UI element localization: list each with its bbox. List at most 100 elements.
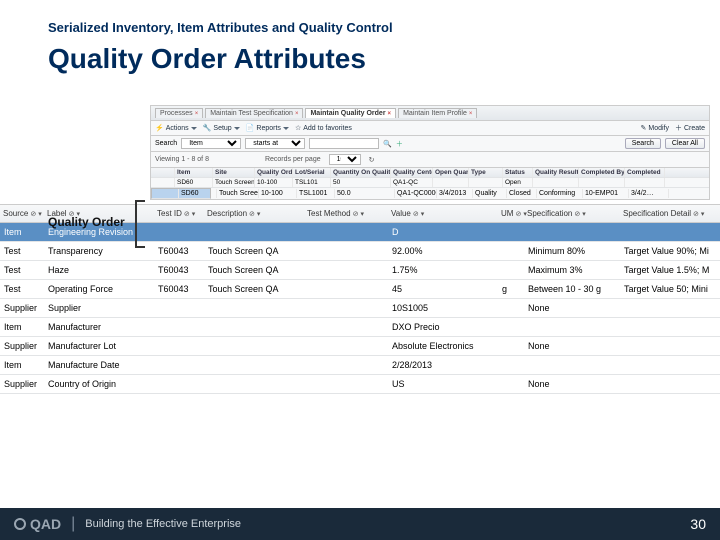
add-criteria-icon[interactable]: ＋ — [396, 139, 403, 149]
page-number: 30 — [690, 516, 706, 532]
add-favorites-button[interactable]: ☆Add to favorites — [295, 124, 352, 132]
tab-item-profile[interactable]: Maintain Item Profile× — [398, 108, 477, 118]
setup-menu[interactable]: 🔧Setup — [203, 124, 240, 132]
filter-icon[interactable]: ▾ — [582, 210, 586, 218]
grid-header-cell[interactable] — [151, 168, 175, 177]
attr-row[interactable]: TestTransparencyT60043Touch Screen QA92.… — [0, 242, 720, 261]
grid-header-cell[interactable]: Quality Center — [391, 168, 433, 177]
create-button[interactable]: ＋Create — [675, 123, 705, 133]
attr-cell: Item — [0, 223, 44, 241]
sort-icon[interactable]: ⊘ — [249, 210, 255, 218]
attr-cell — [498, 318, 524, 336]
grid-row[interactable]: SD60Touch Screen10-100TSL10150QA1-QCOpen — [151, 178, 709, 188]
sort-icon[interactable]: ⊘ — [515, 210, 521, 218]
tab-test-spec[interactable]: Maintain Test Specification× — [205, 108, 303, 118]
filter-icon[interactable]: ▾ — [360, 210, 364, 218]
refresh-icon[interactable]: ↻ — [369, 156, 375, 164]
close-icon[interactable]: × — [195, 111, 199, 117]
actions-menu[interactable]: ⚡Actions — [155, 124, 197, 132]
grid-row[interactable]: SD60Touch Screen10-100TSL100150.0QA1-QC0… — [151, 188, 211, 199]
attr-cell: DXO Precio — [388, 318, 498, 336]
grid-cell: TSL1001 — [297, 189, 335, 198]
attr-header-cell[interactable]: Value ⊘ ▾ — [388, 209, 498, 218]
grid-cell: TSL101 — [293, 178, 331, 187]
sort-icon[interactable]: ⊘ — [574, 210, 580, 218]
tab-processes[interactable]: Processes× — [155, 108, 203, 118]
attr-cell — [304, 356, 388, 374]
reports-menu[interactable]: 📄Reports — [246, 124, 289, 132]
sort-icon[interactable]: ⊘ — [693, 210, 699, 218]
grid-cell — [469, 178, 503, 187]
grid-header-cell[interactable]: Site — [213, 168, 255, 177]
grid-header-cell[interactable]: Status — [503, 168, 533, 177]
grid-cell: 3/4/2… — [629, 189, 669, 198]
attr-row[interactable]: SupplierSupplier10S1005None — [0, 299, 720, 318]
filter-icon[interactable]: ▾ — [701, 210, 705, 218]
clear-all-button[interactable]: Clear All — [665, 138, 705, 149]
attr-row[interactable]: ItemManufacturerDXO Precio — [0, 318, 720, 337]
attr-cell — [304, 299, 388, 317]
lookup-icon[interactable]: 🔍 — [383, 140, 392, 148]
grid-header-cell[interactable]: Quality Order — [255, 168, 293, 177]
grid-header-cell[interactable]: Completed — [625, 168, 665, 177]
grid-header-cell[interactable]: Type — [469, 168, 503, 177]
tab-bar: Processes× Maintain Test Specification× … — [151, 106, 709, 121]
attr-cell: Supplier — [44, 299, 154, 317]
attr-cell — [620, 318, 720, 336]
grid-header-cell[interactable]: Quality Result — [533, 168, 579, 177]
grid-header-cell[interactable]: Item — [175, 168, 213, 177]
attr-row[interactable]: TestHazeT60043Touch Screen QA1.75%Maximu… — [0, 261, 720, 280]
grid-header-cell[interactable]: Open Quantity — [433, 168, 469, 177]
attr-header-cell[interactable]: Test ID ⊘ ▾ — [154, 209, 204, 218]
attr-cell — [498, 337, 524, 355]
search-button[interactable]: Search — [625, 138, 661, 149]
attr-header-cell[interactable]: Source ⊘ ▾ — [0, 209, 44, 218]
close-icon[interactable]: × — [388, 111, 392, 117]
attr-cell — [524, 223, 620, 241]
filter-icon[interactable]: ▾ — [38, 210, 42, 218]
tab-quality-order[interactable]: Maintain Quality Order× — [305, 108, 396, 118]
attr-header-cell[interactable]: Specification ⊘ ▾ — [524, 209, 620, 218]
attr-cell: 45 — [388, 280, 498, 298]
attr-cell: Touch Screen QA — [204, 280, 304, 298]
filter-icon[interactable]: ▾ — [421, 210, 425, 218]
attr-cell — [204, 223, 304, 241]
close-icon[interactable]: × — [469, 111, 473, 117]
sort-icon[interactable]: ⊘ — [184, 210, 190, 218]
sort-icon[interactable]: ⊘ — [30, 210, 36, 218]
sort-icon[interactable]: ⊘ — [353, 210, 359, 218]
search-input[interactable] — [309, 138, 379, 149]
search-op-select[interactable]: starts at — [245, 138, 305, 149]
attr-row[interactable]: ItemManufacture Date2/28/2013 — [0, 356, 720, 375]
attr-cell — [498, 261, 524, 279]
attr-header-cell[interactable]: Description ⊘ ▾ — [204, 209, 304, 218]
sort-icon[interactable]: ⊘ — [413, 210, 419, 218]
attr-cell: Supplier — [0, 375, 44, 393]
grid-header-cell[interactable]: Quantity On Quality Order — [331, 168, 391, 177]
grid-cell — [433, 178, 469, 187]
grid-cell: 50 — [331, 178, 391, 187]
attr-row[interactable]: SupplierManufacturer LotAbsolute Electro… — [0, 337, 720, 356]
filter-icon[interactable]: ▾ — [257, 210, 261, 218]
attr-cell — [304, 337, 388, 355]
attr-cell — [620, 299, 720, 317]
view-bar: Viewing 1 - 8 of 8 Records per page 100 … — [151, 152, 709, 168]
grid-header-cell[interactable]: Completed By — [579, 168, 625, 177]
attr-row[interactable]: SupplierCountry of OriginUSNone — [0, 375, 720, 394]
rpp-select[interactable]: 100 — [329, 154, 361, 165]
attr-header-cell[interactable]: UM ⊘ ▾ — [498, 209, 524, 218]
attr-header-cell[interactable]: Specification Detail ⊘ ▾ — [620, 209, 720, 218]
grid-header-cell[interactable]: Lot/Serial — [293, 168, 331, 177]
chevron-down-icon — [283, 127, 289, 130]
attr-row[interactable]: TestOperating ForceT60043Touch Screen QA… — [0, 280, 720, 299]
attr-cell — [498, 223, 524, 241]
filter-icon[interactable]: ▾ — [192, 210, 196, 218]
modify-button[interactable]: ✎Modify — [640, 124, 669, 132]
chevron-down-icon — [191, 127, 197, 130]
attr-cell: Test — [0, 280, 44, 298]
search-field-select[interactable]: Item — [181, 138, 241, 149]
attr-cell: Minimum 80% — [524, 242, 620, 260]
attr-cell — [304, 242, 388, 260]
attr-header-cell[interactable]: Test Method ⊘ ▾ — [304, 209, 388, 218]
close-icon[interactable]: × — [295, 111, 299, 117]
